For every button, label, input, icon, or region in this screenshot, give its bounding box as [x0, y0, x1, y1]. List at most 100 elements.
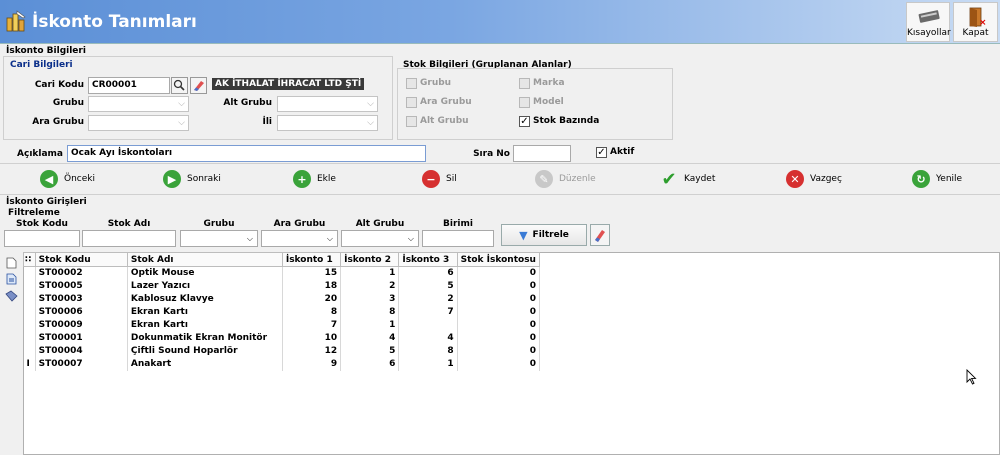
- cell-iskonto-2[interactable]: 1: [340, 318, 400, 332]
- table-row[interactable]: ST00009 Ekran Kartı 7 1 0: [23, 318, 541, 332]
- cell-stok-adi[interactable]: Kablosuz Klavye: [127, 292, 283, 306]
- cell-iskonto-2[interactable]: 8: [340, 305, 400, 319]
- cell-stok-kodu[interactable]: ST00002: [35, 266, 128, 280]
- row-indicator[interactable]: [23, 331, 36, 345]
- cari-clear-button[interactable]: [190, 77, 207, 94]
- cell-iskonto-2[interactable]: 2: [340, 279, 400, 293]
- document-edit-icon[interactable]: [6, 273, 17, 288]
- cell-iskonto-1[interactable]: 7: [282, 318, 342, 332]
- cell-iskonto-2[interactable]: 5: [340, 344, 400, 358]
- aktif-checkbox[interactable]: ✓: [596, 147, 607, 158]
- cell-iskonto-1[interactable]: 8: [282, 305, 342, 319]
- row-indicator[interactable]: [23, 266, 36, 280]
- row-indicator[interactable]: [23, 279, 36, 293]
- cell-stok-kodu[interactable]: ST00003: [35, 292, 128, 306]
- col-stok-kodu[interactable]: Stok Kodu: [34, 252, 128, 267]
- col-iskonto-2[interactable]: İskonto 2: [340, 252, 400, 267]
- col-iskonto-3[interactable]: İskonto 3: [398, 252, 458, 267]
- table-row[interactable]: ST00004 Çiftli Sound Hoparlör 12 5 8 0: [23, 344, 541, 358]
- filter-alt-grubu-select[interactable]: ⌵: [341, 230, 419, 247]
- cell-stok-iskontosu[interactable]: 0: [457, 266, 541, 280]
- table-row[interactable]: ST00003 Kablosuz Klavye 20 3 2 0: [23, 292, 541, 306]
- clear-filter-button[interactable]: [590, 224, 610, 246]
- cell-stok-iskontosu[interactable]: 0: [457, 279, 541, 293]
- cell-iskonto-1[interactable]: 12: [282, 344, 342, 358]
- cell-stok-iskontosu[interactable]: 0: [457, 344, 541, 358]
- aciklama-input[interactable]: Ocak Ayı İskontoları: [67, 145, 426, 162]
- alt-grubu-select[interactable]: ⌵: [277, 96, 378, 112]
- filter-stok-adi-input[interactable]: [82, 230, 176, 247]
- cell-iskonto-3[interactable]: [398, 318, 458, 332]
- stok-marka-checkbox[interactable]: [519, 78, 530, 89]
- cell-stok-iskontosu[interactable]: 0: [457, 318, 541, 332]
- ara-grubu-select[interactable]: ⌵: [88, 115, 189, 131]
- stok-grubu-checkbox[interactable]: [406, 78, 417, 89]
- cell-iskonto-2[interactable]: 6: [340, 357, 400, 371]
- grubu-select[interactable]: ⌵: [88, 96, 189, 112]
- stok-bazinda-checkbox[interactable]: ✓: [519, 116, 530, 127]
- previous-button[interactable]: ◀ Önceki: [40, 167, 95, 191]
- row-indicator[interactable]: [23, 292, 36, 306]
- delete-button[interactable]: − Sil: [422, 167, 457, 191]
- row-indicator[interactable]: [23, 305, 36, 319]
- cell-stok-adi[interactable]: Optik Mouse: [127, 266, 283, 280]
- cell-iskonto-1[interactable]: 18: [282, 279, 342, 293]
- cari-kodu-input[interactable]: CR00001: [88, 77, 170, 94]
- cell-iskonto-2[interactable]: 1: [340, 266, 400, 280]
- next-button[interactable]: ▶ Sonraki: [163, 167, 221, 191]
- filter-ara-grubu-select[interactable]: ⌵: [261, 230, 338, 247]
- cell-iskonto-3[interactable]: 1: [398, 357, 458, 371]
- shortcuts-button[interactable]: Kısayollar: [906, 2, 951, 42]
- close-button[interactable]: × Kapat: [953, 2, 998, 42]
- cell-stok-iskontosu[interactable]: 0: [457, 305, 541, 319]
- row-indicator[interactable]: I: [23, 357, 36, 371]
- filter-birimi-input[interactable]: [422, 230, 494, 247]
- cell-iskonto-1[interactable]: 10: [282, 331, 342, 345]
- cell-iskonto-1[interactable]: 15: [282, 266, 342, 280]
- cell-iskonto-3[interactable]: 5: [398, 279, 458, 293]
- cell-iskonto-2[interactable]: 3: [340, 292, 400, 306]
- table-row[interactable]: ST00005 Lazer Yazıcı 18 2 5 0: [23, 279, 541, 293]
- cell-stok-adi[interactable]: Dokunmatik Ekran Monitör: [127, 331, 283, 345]
- cell-stok-kodu[interactable]: ST00001: [35, 331, 128, 345]
- cell-iskonto-3[interactable]: 7: [398, 305, 458, 319]
- cell-stok-kodu[interactable]: ST00006: [35, 305, 128, 319]
- row-indicator[interactable]: [23, 318, 36, 332]
- cell-stok-adi[interactable]: Çiftli Sound Hoparlör: [127, 344, 283, 358]
- cell-iskonto-3[interactable]: 2: [398, 292, 458, 306]
- cell-stok-adi[interactable]: Anakart: [127, 357, 283, 371]
- new-document-icon[interactable]: [6, 257, 17, 272]
- cell-stok-kodu[interactable]: ST00005: [35, 279, 128, 293]
- col-stok-iskontosu[interactable]: Stok İskontosu: [456, 252, 541, 267]
- edit-button[interactable]: ✎ Düzenle: [535, 167, 596, 191]
- cell-stok-kodu[interactable]: ST00004: [35, 344, 128, 358]
- add-button[interactable]: + Ekle: [293, 167, 336, 191]
- stok-ara-grubu-checkbox[interactable]: [406, 97, 417, 108]
- table-row[interactable]: ST00006 Ekran Kartı 8 8 7 0: [23, 305, 541, 319]
- table-row[interactable]: ST00001 Dokunmatik Ekran Monitör 10 4 4 0: [23, 331, 541, 345]
- row-indicator[interactable]: [23, 344, 36, 358]
- cell-iskonto-1[interactable]: 9: [282, 357, 342, 371]
- save-button[interactable]: ✔ Kaydet: [660, 167, 715, 191]
- cari-search-button[interactable]: [171, 77, 188, 94]
- cell-iskonto-3[interactable]: 8: [398, 344, 458, 358]
- cell-stok-adi[interactable]: Ekran Kartı: [127, 305, 283, 319]
- sira-no-input[interactable]: [513, 145, 571, 162]
- cell-iskonto-1[interactable]: 20: [282, 292, 342, 306]
- table-row[interactable]: I ST00007 Anakart 9 6 1 0: [23, 357, 541, 371]
- cell-stok-kodu[interactable]: ST00007: [35, 357, 128, 371]
- col-iskonto-1[interactable]: İskonto 1: [281, 252, 342, 267]
- cell-stok-iskontosu[interactable]: 0: [457, 292, 541, 306]
- refresh-button[interactable]: ↻ Yenile: [912, 167, 962, 191]
- filter-button[interactable]: ▼ Filtrele: [501, 224, 587, 246]
- tag-icon[interactable]: [5, 290, 18, 305]
- col-stok-adi[interactable]: Stok Adı: [126, 252, 283, 267]
- stok-model-checkbox[interactable]: [519, 97, 530, 108]
- cell-iskonto-2[interactable]: 4: [340, 331, 400, 345]
- cell-stok-iskontosu[interactable]: 0: [457, 331, 541, 345]
- filter-stok-kodu-input[interactable]: [4, 230, 80, 247]
- cell-iskonto-3[interactable]: 6: [398, 266, 458, 280]
- cell-stok-adi[interactable]: Ekran Kartı: [127, 318, 283, 332]
- ili-select[interactable]: ⌵: [277, 115, 378, 131]
- filter-grubu-select[interactable]: ⌵: [180, 230, 258, 247]
